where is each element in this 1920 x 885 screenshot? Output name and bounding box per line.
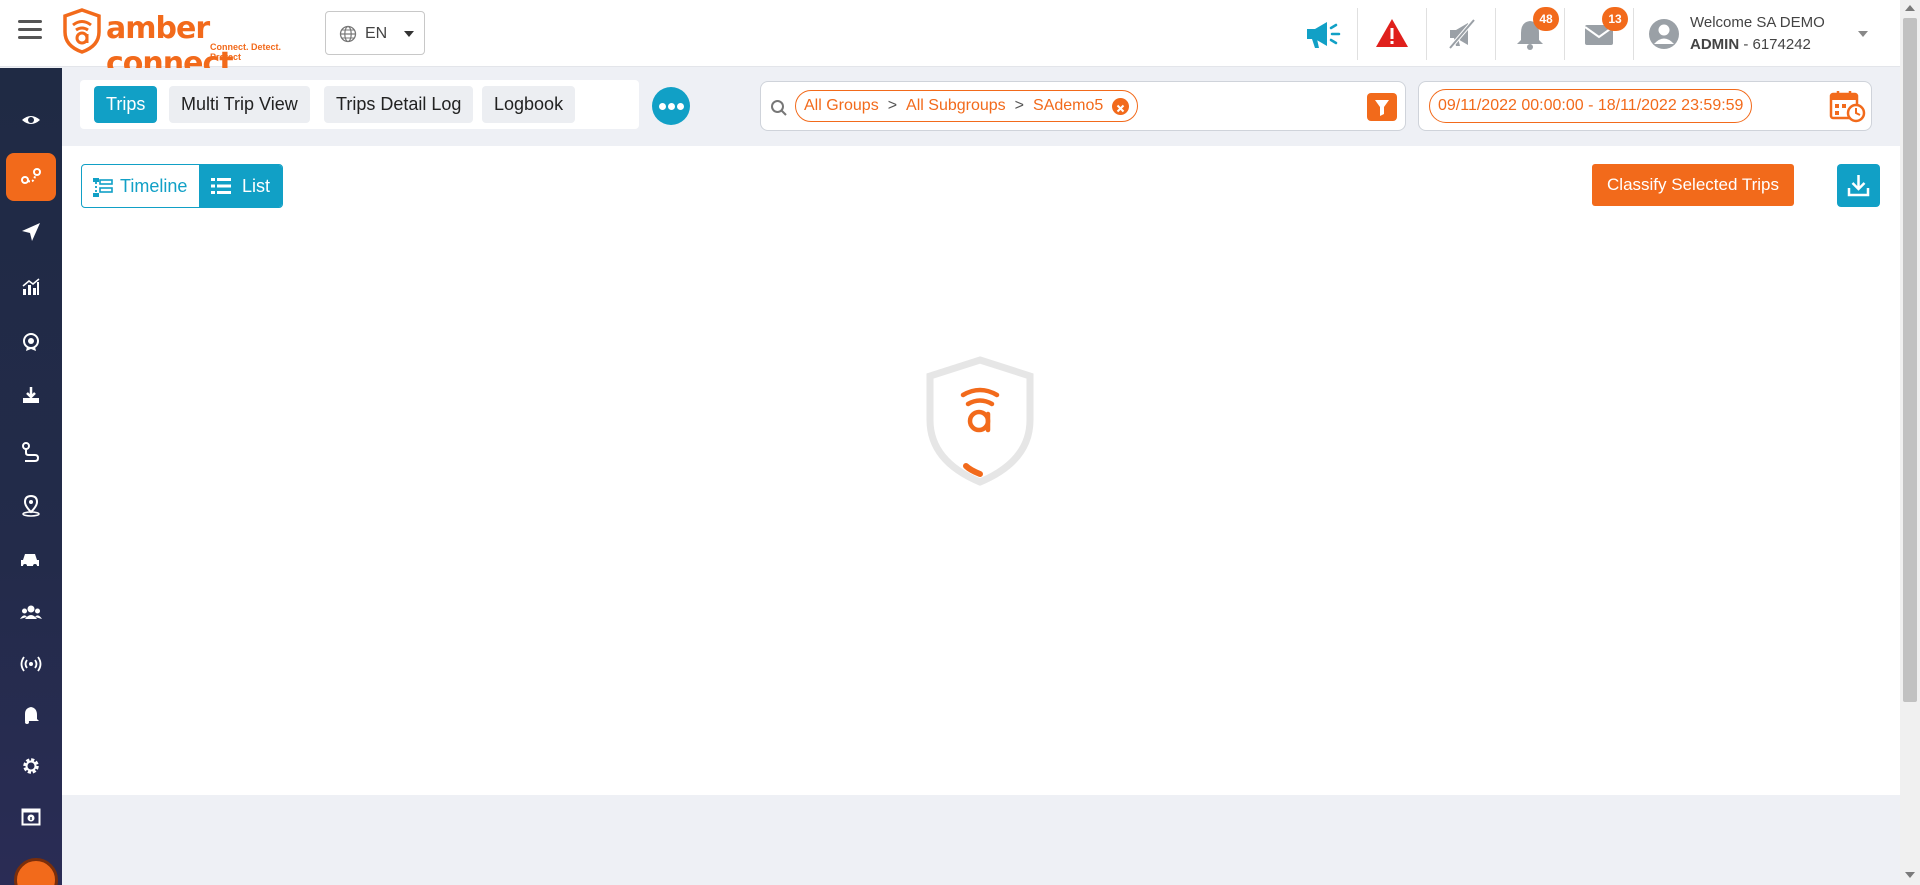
group-filter-chip[interactable]: All Groups > All Subgroups > SAdemo5: [795, 90, 1139, 122]
dot: [677, 103, 684, 110]
sidebar: [0, 68, 62, 885]
gear-icon: [23, 758, 39, 774]
language-selector[interactable]: EN: [325, 11, 425, 55]
mute-announcements-button[interactable]: [1442, 14, 1482, 54]
tab-bar: Trips Multi Trip View Trips Detail Log L…: [80, 80, 639, 129]
divider: [1633, 8, 1634, 60]
location-pin-icon: [22, 495, 40, 517]
welcome-text: Welcome SA DEMO: [1690, 14, 1825, 31]
sidebar-item-downloads[interactable]: [6, 371, 56, 419]
tab-multi-trip-view[interactable]: Multi Trip View: [169, 86, 310, 123]
dot: [659, 103, 666, 110]
sidebar-item-settings[interactable]: [6, 742, 56, 790]
amber-shield-logo-icon: [63, 8, 101, 54]
divider: [1426, 8, 1427, 60]
sidebar-item-navigation[interactable]: [6, 208, 56, 256]
download-button[interactable]: [1837, 164, 1880, 207]
breadcrumb-separator: >: [887, 97, 898, 114]
tab-trips-detail-log[interactable]: Trips Detail Log: [324, 86, 474, 123]
account-id: - 6174242: [1739, 36, 1811, 53]
sidebar-item-trips[interactable]: [6, 153, 56, 201]
clear-filter-icon[interactable]: [1112, 98, 1130, 115]
award-icon: [23, 333, 39, 351]
megaphone-icon: [1307, 22, 1341, 48]
group-filter-bar[interactable]: All Groups > All Subgroups > SAdemo5: [760, 81, 1406, 131]
breadcrumb-separator: >: [1014, 97, 1025, 114]
bell-side-icon: [25, 707, 39, 724]
list-label: List: [242, 176, 271, 196]
role-label: ADMIN: [1690, 36, 1740, 53]
tab-trips[interactable]: Trips: [94, 86, 158, 123]
sidebar-item-notifications[interactable]: [6, 691, 56, 739]
message-count-badge: 13: [1602, 7, 1628, 31]
sidebar-item-vehicles[interactable]: [6, 536, 56, 584]
top-bar: amber connect Connect. Detect. Protect E…: [0, 0, 1900, 81]
divider: [1357, 8, 1358, 60]
amber-shield-loader-icon: [926, 356, 1034, 486]
routes-icon: [22, 442, 40, 462]
chevron-down-icon: [1858, 31, 1868, 37]
sidebar-item-routes[interactable]: [6, 428, 56, 476]
sidebar-item-geofence[interactable]: [6, 482, 56, 530]
filter-button[interactable]: [1367, 93, 1397, 121]
notifications-button[interactable]: 48: [1510, 7, 1559, 54]
chart-icon: [22, 278, 40, 295]
signal-icon: [20, 656, 42, 672]
globe-icon: [339, 25, 357, 43]
calendar-clock-icon[interactable]: [1828, 88, 1866, 124]
language-code: EN: [365, 25, 388, 42]
alerts-button[interactable]: [1372, 14, 1412, 54]
more-options-button[interactable]: [652, 87, 690, 125]
send-icon: [22, 223, 40, 241]
sidebar-item-analytics[interactable]: [6, 263, 56, 311]
scrollbar-thumb[interactable]: [1903, 18, 1917, 702]
info-panel-icon: [21, 808, 41, 826]
sidebar-item-live-view[interactable]: [6, 96, 56, 144]
divider: [1495, 8, 1496, 60]
timeline-view-button[interactable]: Timeline: [82, 165, 199, 207]
route-icon: [21, 168, 41, 184]
scroll-up-arrow-icon[interactable]: [1905, 5, 1915, 11]
sidebar-item-driver-score[interactable]: [6, 318, 56, 366]
user-avatar-icon: [1649, 19, 1679, 49]
loading-spinner: [922, 356, 1038, 486]
date-range-value[interactable]: 09/11/2022 00:00:00 - 18/11/2022 23:59:5…: [1429, 89, 1753, 123]
brand-logo[interactable]: amber connect Connect. Detect. Protect: [62, 8, 312, 81]
user-menu[interactable]: Welcome SA DEMO ADMIN - 6174242: [1648, 12, 1888, 56]
messages-button[interactable]: 13: [1579, 7, 1628, 54]
list-icon: [211, 178, 231, 194]
users-icon: [20, 605, 42, 619]
funnel-icon: [1375, 100, 1389, 116]
divider: [1564, 8, 1565, 60]
date-range-picker[interactable]: 09/11/2022 00:00:00 - 18/11/2022 23:59:5…: [1418, 81, 1872, 131]
sidebar-item-info[interactable]: [6, 793, 56, 841]
download-icon: [1847, 175, 1870, 197]
dot: [668, 103, 675, 110]
hamburger-menu-icon[interactable]: [18, 20, 42, 40]
sidebar-item-users[interactable]: [6, 588, 56, 636]
scroll-down-arrow-icon[interactable]: [1905, 872, 1915, 878]
tab-logbook[interactable]: Logbook: [482, 86, 576, 123]
user-role: ADMIN - 6174242: [1690, 36, 1811, 53]
announcements-button[interactable]: [1303, 14, 1343, 54]
timeline-icon: [93, 178, 113, 197]
timeline-label: Timeline: [120, 176, 188, 196]
car-icon: [21, 554, 39, 568]
view-toggle: Timeline List: [81, 164, 283, 208]
list-view-button[interactable]: List: [199, 165, 282, 207]
subgroup-label[interactable]: All Subgroups: [906, 97, 1006, 114]
group-label[interactable]: All Groups: [804, 97, 879, 114]
logo-tagline: Connect. Detect. Protect: [210, 42, 282, 62]
download-tray-icon: [23, 387, 39, 403]
sidebar-item-devices[interactable]: [6, 640, 56, 688]
eye-icon: [22, 116, 40, 124]
chevron-down-icon: [404, 31, 414, 37]
vehicle-label[interactable]: SAdemo5: [1033, 97, 1103, 114]
muted-megaphone-icon: [1448, 18, 1476, 50]
alert-triangle-icon: [1376, 19, 1408, 47]
search-icon: [771, 100, 787, 116]
page-scrollbar[interactable]: [1900, 0, 1920, 885]
notification-count-badge: 48: [1533, 7, 1559, 31]
classify-selected-trips-button[interactable]: Classify Selected Trips: [1592, 164, 1794, 206]
